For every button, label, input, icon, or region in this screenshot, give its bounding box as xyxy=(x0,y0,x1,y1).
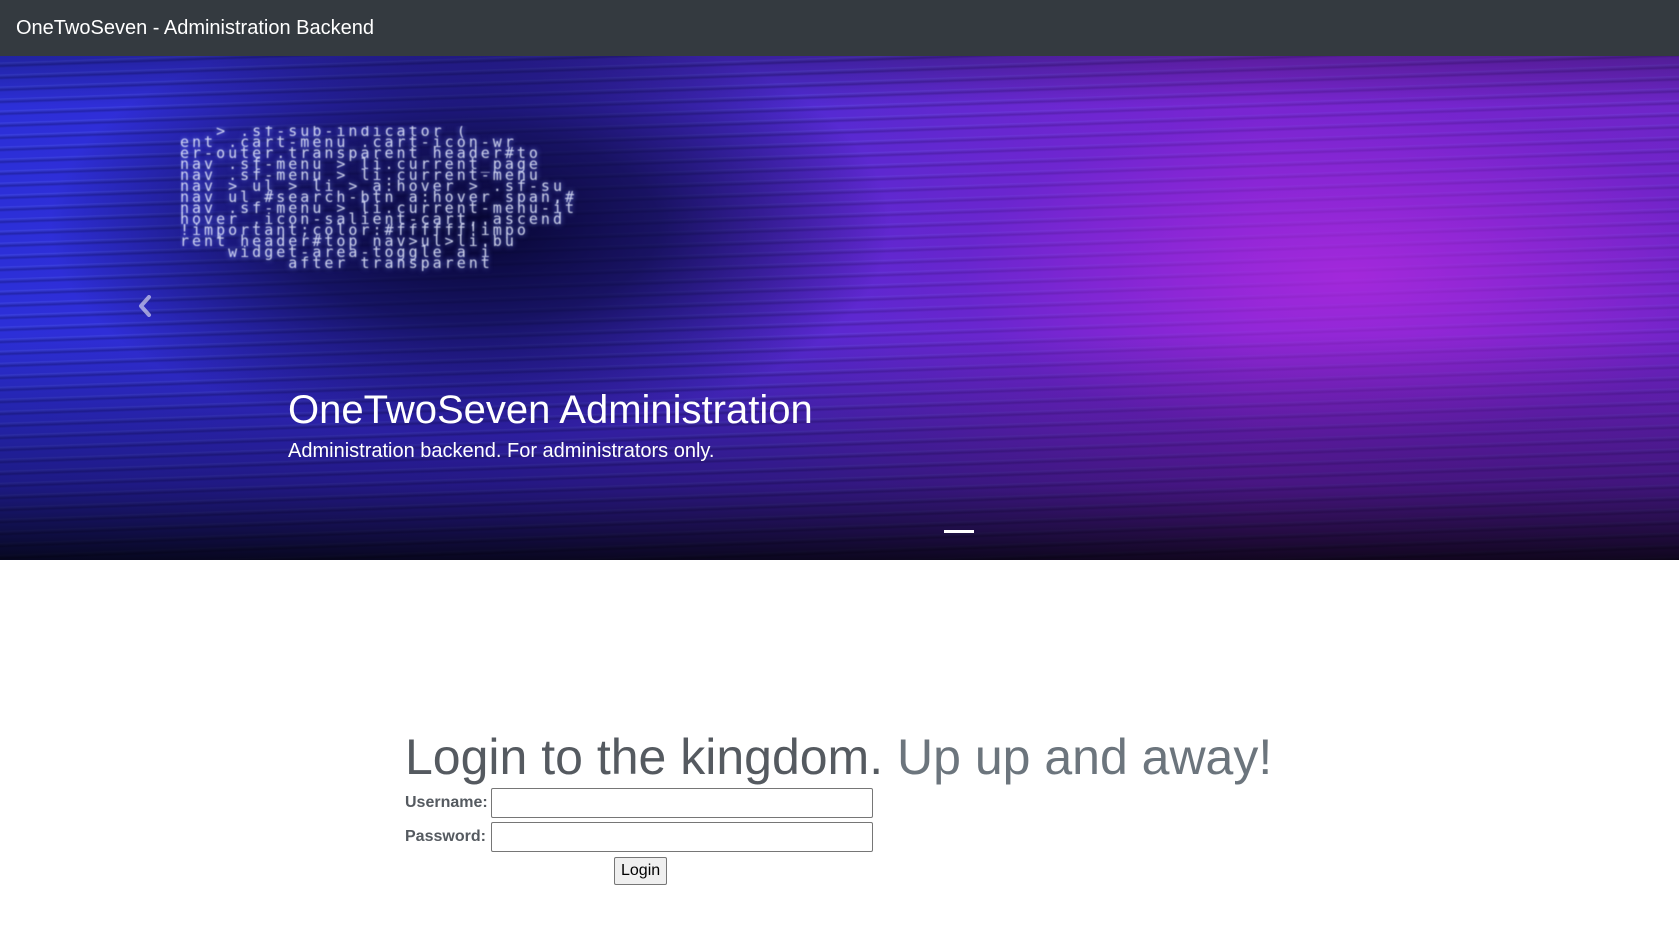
carousel-indicator[interactable] xyxy=(944,530,974,533)
password-label: Password: xyxy=(405,828,486,845)
login-heading-main: Login to the kingdom. xyxy=(405,729,884,785)
username-row: Username: xyxy=(405,787,1272,819)
login-heading: Login to the kingdom. Up up and away! xyxy=(405,730,1272,785)
carousel-caption-title: OneTwoSeven Administration xyxy=(288,388,813,432)
login-section: Login to the kingdom. Up up and away! Us… xyxy=(405,730,1272,887)
login-heading-muted: Up up and away! xyxy=(897,729,1273,785)
navbar-brand[interactable]: OneTwoSeven - Administration Backend xyxy=(16,17,374,40)
carousel-caption-text: Administration backend. For administrato… xyxy=(288,440,715,462)
username-input[interactable] xyxy=(491,788,873,818)
login-button-row: Login xyxy=(405,855,1272,887)
login-button[interactable]: Login xyxy=(614,857,668,885)
login-form: Username: Password: Login xyxy=(405,787,1272,887)
password-input[interactable] xyxy=(491,822,873,852)
top-navbar: OneTwoSeven - Administration Backend xyxy=(0,0,1679,56)
username-label: Username: xyxy=(405,794,488,811)
carousel-caption: OneTwoSeven Administration Administratio… xyxy=(288,386,813,463)
carousel-prev-button[interactable] xyxy=(0,56,290,560)
chevron-left-icon xyxy=(138,293,152,324)
password-row: Password: xyxy=(405,821,1272,853)
hero-carousel: > .sf-sub-indicator ( ent .cart-menu .ca… xyxy=(0,56,1679,560)
